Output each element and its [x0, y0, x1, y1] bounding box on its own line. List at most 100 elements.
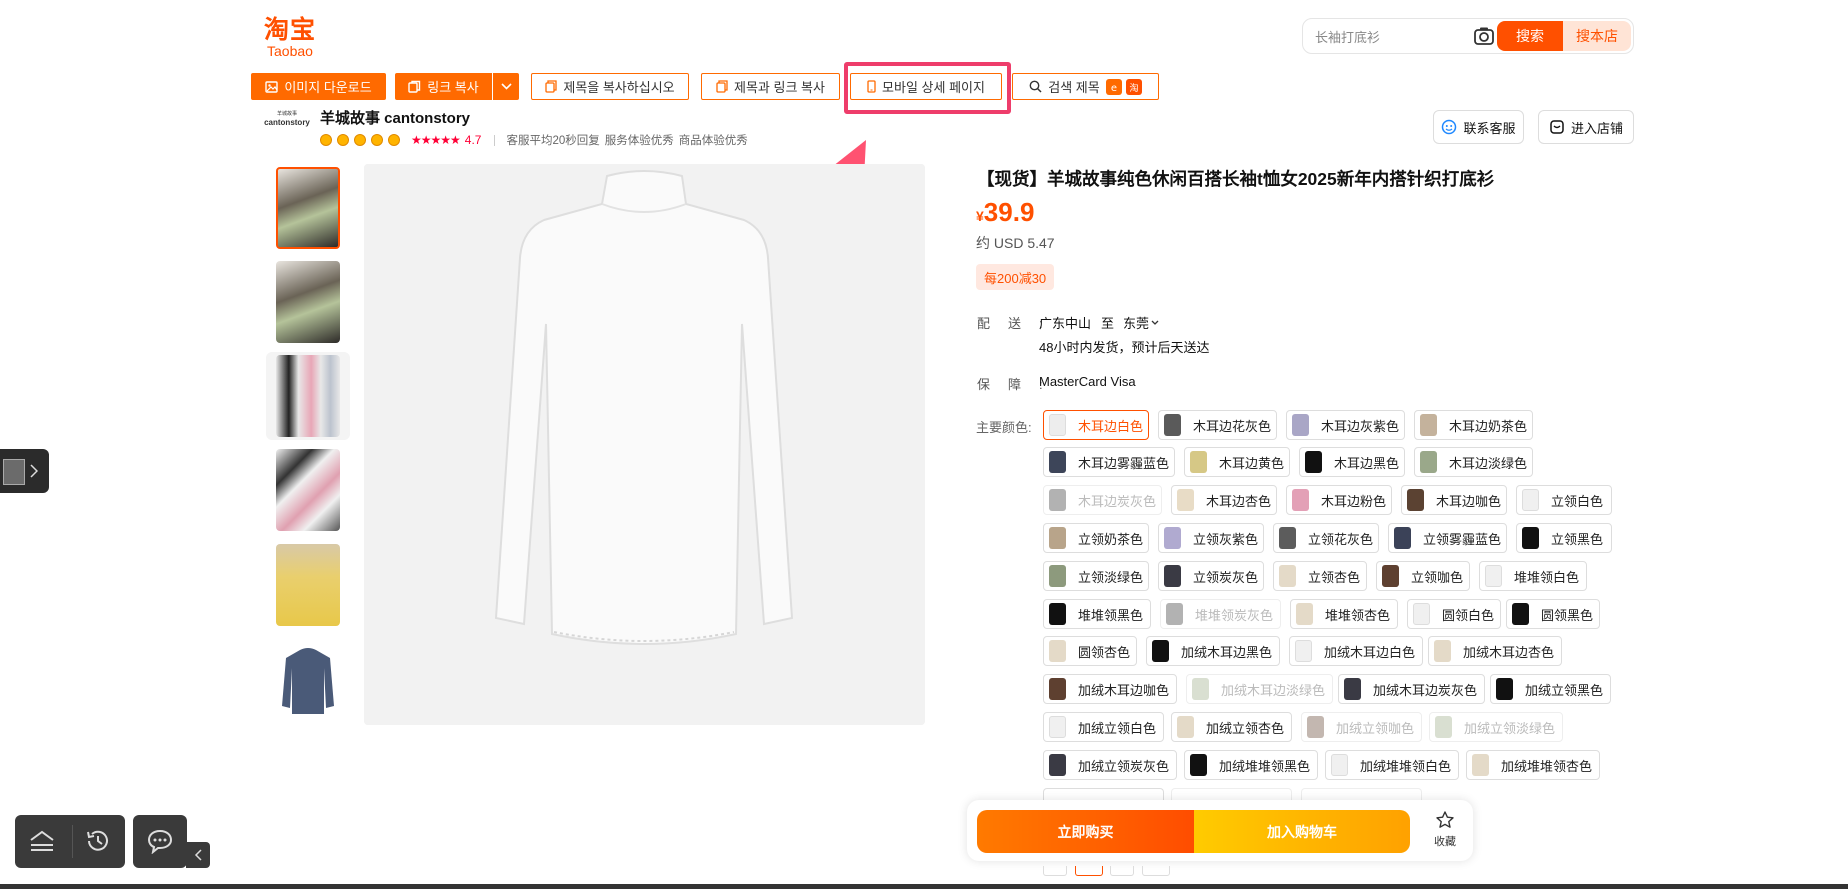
- color-option[interactable]: 立领雾霾蓝色: [1388, 523, 1507, 553]
- camera-icon[interactable]: [1473, 26, 1495, 46]
- color-option[interactable]: 堆堆领黑色: [1043, 599, 1151, 629]
- gallery-thumb[interactable]: [266, 541, 350, 629]
- color-option[interactable]: 立领炭灰色: [1158, 561, 1264, 591]
- color-option[interactable]: 木耳边雾霾蓝色: [1043, 447, 1175, 477]
- color-option[interactable]: 圆领黑色: [1506, 599, 1600, 629]
- color-option[interactable]: 加绒堆堆领杏色: [1466, 750, 1600, 780]
- color-option-label: 立领灰紫色: [1193, 531, 1259, 547]
- search-input[interactable]: [1315, 27, 1465, 47]
- color-option[interactable]: 加绒木耳边黑色: [1146, 636, 1280, 666]
- copy-link-dropdown[interactable]: [493, 73, 519, 100]
- color-option[interactable]: 木耳边咖色: [1401, 485, 1507, 515]
- color-option[interactable]: 圆领白色: [1407, 599, 1501, 629]
- copy-title-link-button[interactable]: 제목과 링크 복사: [701, 73, 840, 100]
- buy-now-button[interactable]: 立即购买: [977, 810, 1194, 853]
- ship-to-select[interactable]: 东莞: [1123, 313, 1159, 332]
- enter-store-button[interactable]: 进入店铺: [1538, 110, 1634, 144]
- store-name[interactable]: 羊城故事 cantonstory: [320, 107, 470, 128]
- color-chip: [1049, 716, 1066, 738]
- gallery-thumb[interactable]: [266, 258, 350, 346]
- color-option[interactable]: 木耳边粉色: [1286, 485, 1392, 515]
- history-icon[interactable]: [85, 828, 111, 854]
- color-option[interactable]: 木耳边灰紫色: [1286, 410, 1405, 440]
- quantity-box: [1075, 866, 1103, 876]
- color-option[interactable]: 加绒木耳边杏色: [1428, 636, 1562, 666]
- copy-icon: [716, 80, 728, 93]
- gallery-thumb[interactable]: [266, 637, 350, 725]
- color-option[interactable]: 立领奶茶色: [1043, 523, 1149, 553]
- color-chip: [1164, 565, 1181, 587]
- color-option[interactable]: 木耳边淡绿色: [1414, 447, 1533, 477]
- color-option[interactable]: 立领杏色: [1273, 561, 1367, 591]
- color-option[interactable]: 加绒木耳边淡绿色: [1186, 674, 1333, 704]
- main-product-image[interactable]: [364, 164, 925, 725]
- color-option[interactable]: 加绒木耳边炭灰色: [1338, 674, 1485, 704]
- highlight-box: [844, 62, 1011, 114]
- download-images-label: 이미지 다운로드: [284, 80, 372, 95]
- color-option[interactable]: 木耳边炭灰色: [1043, 485, 1162, 515]
- color-option[interactable]: 堆堆领杏色: [1290, 599, 1398, 629]
- color-option-label: 立领杏色: [1308, 569, 1361, 585]
- color-option[interactable]: 木耳边白色: [1043, 410, 1149, 440]
- color-option[interactable]: 木耳边奶茶色: [1414, 410, 1533, 440]
- color-chip: [1049, 678, 1066, 700]
- color-option[interactable]: 加绒木耳边咖色: [1043, 674, 1177, 704]
- color-option[interactable]: 加绒立领咖色: [1301, 712, 1422, 742]
- copy-title-button[interactable]: 제목을 복사하십시오: [531, 73, 689, 100]
- color-option[interactable]: 加绒立领淡绿色: [1429, 712, 1563, 742]
- color-option[interactable]: 加绒立领白色: [1043, 712, 1164, 742]
- color-option[interactable]: 堆堆领炭灰色: [1160, 599, 1281, 629]
- download-images-button[interactable]: 이미지 다운로드: [251, 73, 386, 100]
- collapse-dock-button[interactable]: [186, 842, 210, 868]
- color-option[interactable]: 立领灰紫色: [1158, 523, 1264, 553]
- color-option[interactable]: 加绒堆堆领白色: [1325, 750, 1459, 780]
- gallery-thumb[interactable]: [266, 446, 350, 534]
- crown-icon: [388, 134, 400, 146]
- color-option-label: 木耳边炭灰色: [1078, 493, 1157, 509]
- color-option[interactable]: 木耳边黄色: [1184, 447, 1290, 477]
- home-icon[interactable]: [29, 829, 55, 853]
- promo-badge[interactable]: 每200减30: [976, 264, 1055, 290]
- color-option[interactable]: 堆堆领白色: [1479, 561, 1587, 591]
- color-option[interactable]: 立领花灰色: [1273, 523, 1379, 553]
- gallery-thumb[interactable]: [266, 164, 350, 252]
- gallery-thumb[interactable]: [266, 352, 350, 440]
- color-option[interactable]: 加绒立领杏色: [1171, 712, 1292, 742]
- copy-link-button[interactable]: 링크 복사: [395, 73, 492, 100]
- color-option[interactable]: 木耳边花灰色: [1158, 410, 1277, 440]
- color-option[interactable]: 加绒木耳边白色: [1289, 636, 1423, 666]
- color-option[interactable]: 圆领杏色: [1043, 636, 1137, 666]
- color-option[interactable]: 木耳边黑色: [1299, 447, 1405, 477]
- favorite-button[interactable]: 收藏: [1427, 810, 1463, 852]
- color-option[interactable]: 立领咖色: [1376, 561, 1470, 591]
- add-to-cart-button[interactable]: 加入购物车: [1194, 810, 1410, 853]
- color-option[interactable]: 立领淡绿色: [1043, 561, 1149, 591]
- search-title-button[interactable]: 검색 제목 e淘: [1012, 73, 1159, 100]
- color-option-label: 圆领杏色: [1078, 644, 1131, 660]
- chat-button[interactable]: [133, 815, 187, 868]
- color-chip: [1279, 527, 1296, 549]
- color-option-label: 加绒立领杏色: [1206, 720, 1285, 736]
- color-option[interactable]: 木耳边杏色: [1171, 485, 1277, 515]
- color-chip: [1049, 489, 1066, 511]
- color-option[interactable]: 加绒立领炭灰色: [1043, 750, 1177, 780]
- store-logo[interactable]: 羊城故事 cantonstory: [264, 110, 310, 138]
- search-shop-button[interactable]: 搜本店: [1563, 21, 1631, 51]
- contact-service-button[interactable]: 联系客服: [1433, 110, 1524, 144]
- star-rating-icon: ★★★★★: [411, 133, 461, 147]
- color-option-label: 加绒堆堆领黑色: [1219, 758, 1311, 774]
- color-option[interactable]: 立领白色: [1516, 485, 1612, 515]
- floating-preview-tab[interactable]: [0, 449, 49, 493]
- quantity-box: [1142, 866, 1170, 876]
- taobao-logo[interactable]: 淘宝 Taobao: [264, 16, 324, 58]
- usd-price: 约 USD 5.47: [976, 235, 1055, 251]
- color-chip: [1166, 603, 1183, 625]
- color-option-label: 木耳边淡绿色: [1449, 455, 1528, 471]
- color-option[interactable]: 加绒立领黑色: [1490, 674, 1611, 704]
- color-option[interactable]: 加绒堆堆领黑色: [1184, 750, 1318, 780]
- color-option[interactable]: 立领黑色: [1516, 523, 1612, 553]
- search-button[interactable]: 搜索: [1497, 21, 1563, 51]
- price-value: 39.9: [983, 197, 1035, 227]
- color-chip: [1190, 451, 1207, 473]
- copy-title-label: 제목을 복사하십시오: [563, 80, 675, 95]
